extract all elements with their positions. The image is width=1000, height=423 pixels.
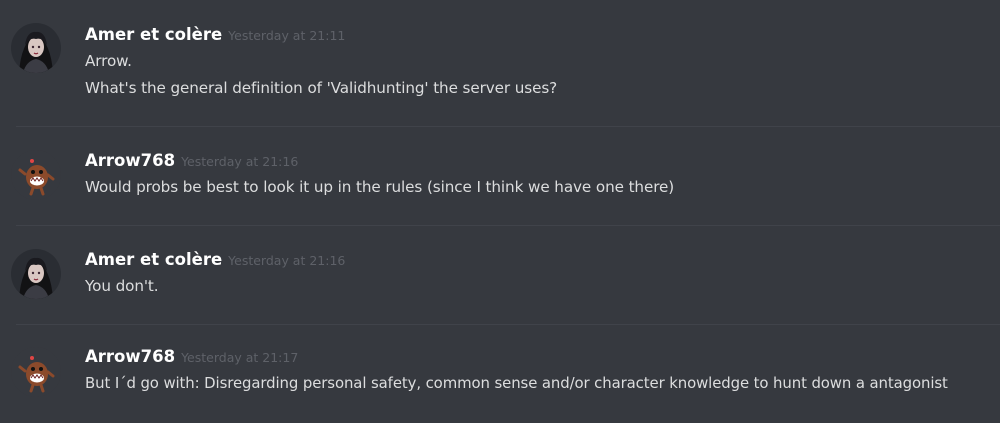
user-avatar[interactable] (11, 249, 61, 299)
message-text: You don't. (85, 277, 159, 295)
chat-message: Amer et colère Yesterday at 21:11 Arrow. … (0, 0, 1000, 126)
message-header: Amer et colère Yesterday at 21:11 (85, 25, 345, 44)
username[interactable]: Arrow768 (85, 151, 175, 170)
message-text: But I´d go with: Disregarding personal s… (85, 374, 948, 392)
user-avatar[interactable] (11, 150, 61, 200)
chat-message: Arrow768 Yesterday at 21:17 But I´d go wi… (0, 325, 1000, 423)
user-avatar[interactable] (11, 23, 61, 73)
message-header: Arrow768 Yesterday at 21:17 (85, 347, 298, 366)
user-avatar[interactable] (11, 347, 61, 397)
timestamp: Yesterday at 21:16 (181, 154, 299, 169)
chat-message-list: Amer et colère Yesterday at 21:11 Arrow. … (0, 0, 1000, 423)
username[interactable]: Amer et colère (85, 250, 222, 269)
gothic-woman-avatar-icon (11, 23, 61, 73)
message-text: What's the general definition of 'Validh… (85, 79, 558, 97)
username[interactable]: Amer et colère (85, 25, 222, 44)
message-text: Would probs be best to look it up in the… (85, 178, 675, 196)
gothic-woman-avatar-icon (11, 249, 61, 299)
domo-monster-avatar-icon (11, 347, 61, 397)
timestamp: Yesterday at 21:16 (228, 253, 346, 268)
domo-monster-avatar-icon (11, 150, 61, 200)
chat-message: Arrow768 Yesterday at 21:16 Would probs b… (0, 127, 1000, 225)
message-header: Amer et colère Yesterday at 21:16 (85, 250, 345, 269)
timestamp: Yesterday at 21:11 (228, 28, 346, 43)
chat-message: Amer et colère Yesterday at 21:16 You don… (0, 226, 1000, 324)
message-header: Arrow768 Yesterday at 21:16 (85, 151, 298, 170)
username[interactable]: Arrow768 (85, 347, 175, 366)
message-text: Arrow. (85, 52, 132, 70)
timestamp: Yesterday at 21:17 (181, 350, 299, 365)
